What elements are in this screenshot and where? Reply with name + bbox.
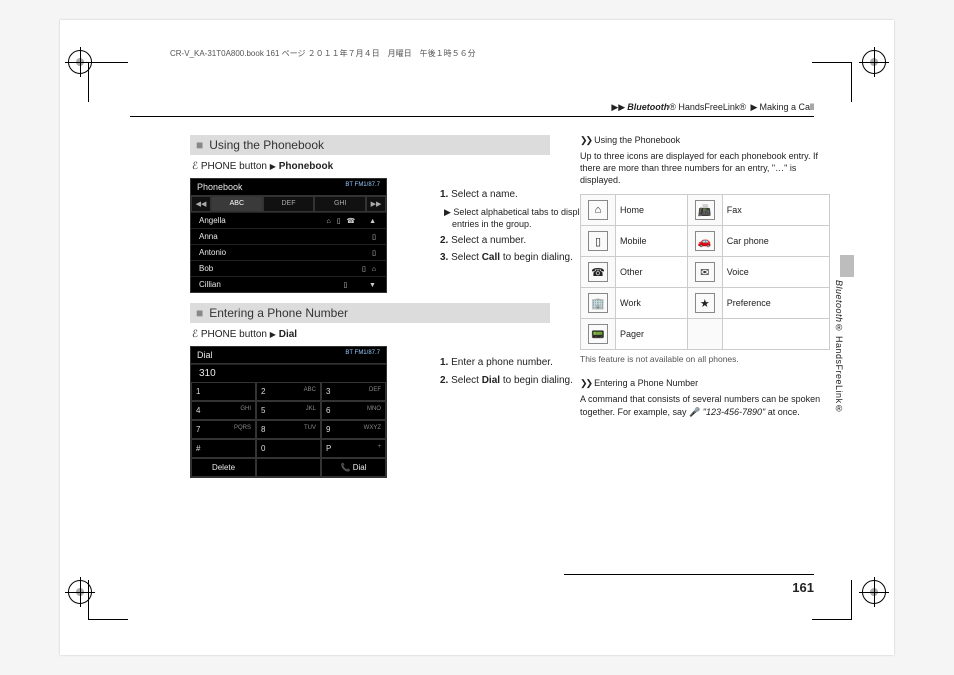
side-text: A command that consists of several numbe… — [580, 393, 830, 417]
page-number: 161 — [792, 580, 814, 595]
nav-path: ℰ PHONE button ▶ Dial — [192, 329, 550, 340]
source-file-line: CR-V_KA-31T0A800.book 161 ページ ２０１１年７月４日 … — [170, 48, 476, 59]
nav-path: ℰ PHONE button ▶ Phonebook — [192, 161, 550, 172]
section-heading-dial: ■Entering a Phone Number — [190, 303, 550, 323]
side-text: Up to three icons are displayed for each… — [580, 150, 830, 186]
crop-mark-icon — [812, 62, 852, 102]
manual-page: CR-V_KA-31T0A800.book 161 ページ ２０１１年７月４日 … — [60, 20, 894, 655]
section-heading-phonebook: ■Using the Phonebook — [190, 135, 550, 155]
dial-gui-mock: DialBT FM1/87.7 310 12ABC3DEF4GHI5JKL6MN… — [190, 346, 387, 478]
crop-mark-icon — [812, 580, 852, 620]
registration-mark-icon — [862, 580, 886, 604]
crop-mark-icon — [88, 62, 128, 102]
side-heading-dial: ❯❯Entering a Phone Number — [580, 378, 830, 389]
breadcrumb: ▶▶Bluetooth® HandsFreeLink® ▶Making a Ca… — [609, 102, 814, 113]
steps-phonebook: 1. Select a name. ▶ Select alphabetical … — [400, 188, 605, 269]
crop-mark-icon — [88, 580, 128, 620]
rule-line — [564, 574, 814, 575]
footnote: This feature is not available on all pho… — [580, 354, 830, 364]
registration-mark-icon — [862, 50, 886, 74]
spine-label: Bluetooth® HandsFreeLink® — [834, 280, 844, 414]
phonebook-gui-mock: PhonebookBT FM1/87.7 ◀◀ ABC DEF GHI ▶▶ A… — [190, 178, 387, 293]
thumb-tab — [840, 255, 854, 277]
side-heading-phonebook: ❯❯Using the Phonebook — [580, 135, 830, 146]
rule-line — [130, 116, 814, 117]
icon-legend-table: ⌂Home📠Fax▯Mobile🚗Car phone☎Other✉Voice🏢W… — [580, 194, 830, 350]
steps-dial: 1. Enter a phone number. 2. Select Dial … — [400, 356, 605, 391]
